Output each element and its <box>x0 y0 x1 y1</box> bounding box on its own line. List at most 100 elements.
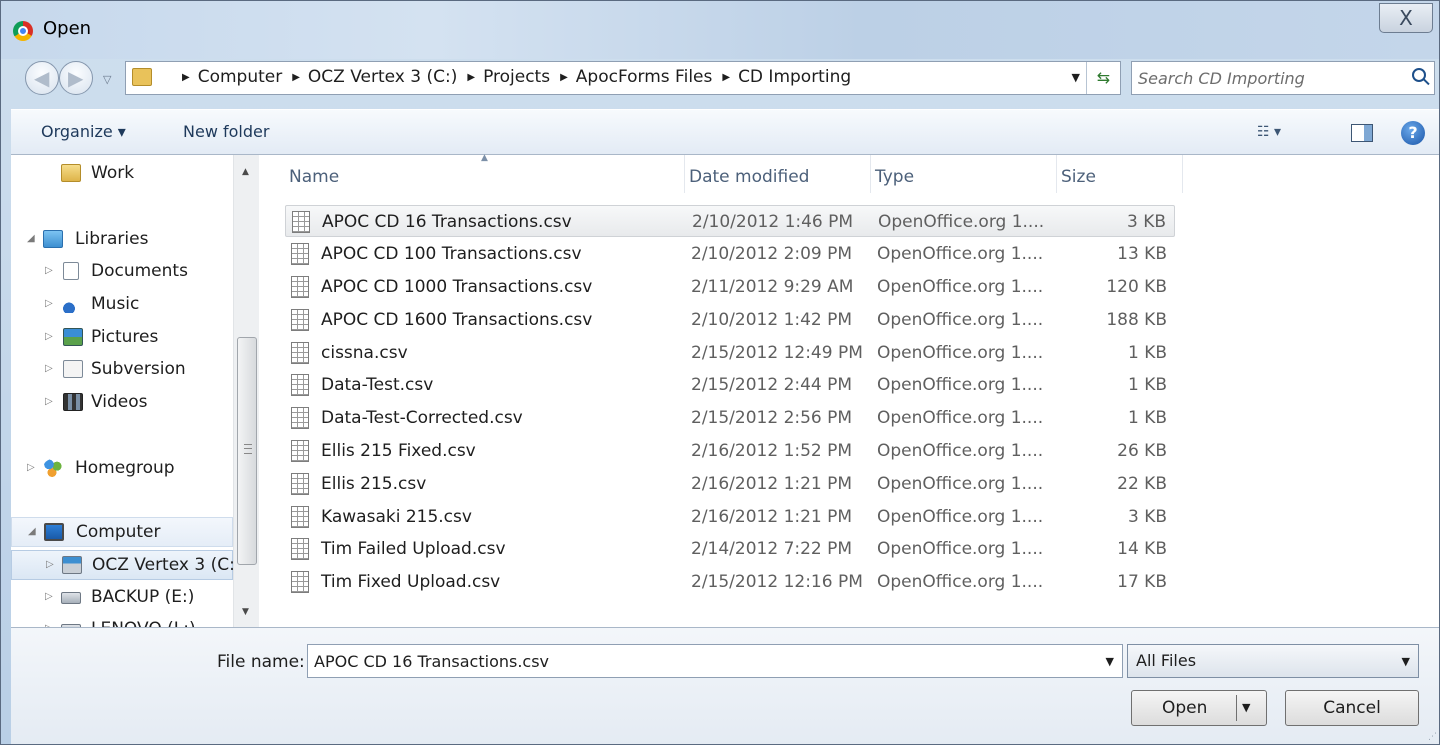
navigation-scrollbar[interactable]: ▲ ▼ <box>233 155 259 627</box>
sidebar-item-homegroup[interactable]: ▷ Homegroup <box>11 454 233 484</box>
file-row[interactable]: cissna.csv 2/15/2012 12:49 PM OpenOffice… <box>285 337 1175 369</box>
sidebar-item-computer[interactable]: ◢ Computer <box>11 517 233 547</box>
collapse-icon[interactable]: ◢ <box>27 233 35 244</box>
breadcrumb-projects[interactable]: Projects <box>483 67 550 87</box>
breadcrumb: ▶ Computer ▶ OCZ Vertex 3 (C:) ▶ Project… <box>172 67 851 87</box>
column-header-date[interactable]: Date modified <box>685 155 871 193</box>
sidebar-item-work[interactable]: Work <box>11 159 233 189</box>
cancel-button[interactable]: Cancel <box>1285 690 1419 726</box>
file-list: ▲ Name Date modified Type Size APOC CD 1… <box>285 153 1439 627</box>
column-header-type[interactable]: Type <box>871 155 1057 193</box>
help-icon[interactable]: ? <box>1401 121 1425 145</box>
file-row[interactable]: Data-Test.csv 2/15/2012 2:44 PM OpenOffi… <box>285 369 1175 401</box>
sidebar-item-drive-l[interactable]: ▷ LENOVO (L:) <box>11 615 233 627</box>
refresh-button[interactable]: ⇆ <box>1086 62 1120 94</box>
file-size: 3 KB <box>1126 212 1166 232</box>
file-type-select[interactable]: All Files ▼ <box>1127 644 1419 678</box>
spreadsheet-file-icon <box>291 473 309 495</box>
sidebar-item-subversion[interactable]: ▷ Subversion <box>11 355 233 385</box>
scrollbar-thumb[interactable] <box>237 337 257 565</box>
sidebar-item-music[interactable]: ▷ Music <box>11 290 233 320</box>
expand-icon[interactable]: ▷ <box>45 331 53 342</box>
file-type: OpenOffice.org 1.... <box>877 343 1044 363</box>
file-row[interactable]: Kawasaki 215.csv 2/16/2012 1:21 PM OpenO… <box>285 501 1175 533</box>
expand-icon[interactable]: ▷ <box>45 298 53 309</box>
chevron-down-icon[interactable]: ▼ <box>1106 655 1114 668</box>
breadcrumb-drive-c[interactable]: OCZ Vertex 3 (C:) <box>308 67 457 87</box>
file-size: 188 KB <box>1106 310 1167 330</box>
file-name-combobox[interactable]: ▼ <box>307 644 1123 678</box>
search-icon[interactable] <box>1412 68 1426 82</box>
close-button[interactable]: X <box>1379 3 1433 33</box>
forward-button[interactable]: ▶ <box>59 61 93 95</box>
spreadsheet-file-icon <box>291 506 309 528</box>
resize-grip-icon[interactable]: ⋰ <box>1428 732 1437 742</box>
address-bar[interactable]: ▶ Computer ▶ OCZ Vertex 3 (C:) ▶ Project… <box>125 61 1121 95</box>
open-button[interactable]: Open ▼ <box>1131 690 1267 726</box>
file-date: 2/14/2012 7:22 PM <box>691 539 853 559</box>
expand-icon[interactable]: ▷ <box>46 559 54 570</box>
search-box[interactable] <box>1131 61 1435 95</box>
expand-icon[interactable]: ▷ <box>27 462 35 473</box>
breadcrumb-separator-icon[interactable]: ▶ <box>467 72 475 83</box>
file-name: APOC CD 100 Transactions.csv <box>321 244 582 264</box>
sidebar-item-pictures[interactable]: ▷ Pictures <box>11 323 233 353</box>
file-row[interactable]: APOC CD 1000 Transactions.csv 2/11/2012 … <box>285 271 1175 303</box>
spreadsheet-file-icon <box>291 440 309 462</box>
file-size: 17 KB <box>1117 572 1167 592</box>
navigation-pane: Work ◢ Libraries ▷ Documents ▷ Music ▷ P… <box>11 155 261 627</box>
file-type-value: All Files <box>1136 651 1197 670</box>
file-row[interactable]: Tim Failed Upload.csv 2/14/2012 7:22 PM … <box>285 533 1175 565</box>
refresh-icon: ⇆ <box>1096 68 1111 87</box>
file-row[interactable]: APOC CD 100 Transactions.csv 2/10/2012 2… <box>285 238 1175 270</box>
sidebar-item-libraries[interactable]: ◢ Libraries <box>11 225 233 255</box>
file-date: 2/10/2012 1:42 PM <box>691 310 853 330</box>
breadcrumb-separator-icon[interactable]: ▶ <box>560 72 568 83</box>
sidebar-item-label: Documents <box>91 261 188 281</box>
file-row[interactable]: Ellis 215.csv 2/16/2012 1:21 PM OpenOffi… <box>285 468 1175 500</box>
new-folder-button[interactable]: New folder <box>183 122 269 141</box>
file-name: Ellis 215 Fixed.csv <box>321 441 476 461</box>
scroll-up-icon[interactable]: ▲ <box>242 167 249 177</box>
expand-icon[interactable]: ▷ <box>45 363 53 374</box>
file-type: OpenOffice.org 1.... <box>877 539 1044 559</box>
expand-icon[interactable]: ▷ <box>45 396 53 407</box>
sidebar-item-label: Pictures <box>91 327 159 347</box>
column-header-size[interactable]: Size <box>1057 155 1183 193</box>
breadcrumb-separator-icon[interactable]: ▶ <box>292 72 300 83</box>
column-header-label: Date modified <box>689 167 810 187</box>
breadcrumb-separator-icon[interactable]: ▶ <box>182 72 190 83</box>
address-dropdown-icon[interactable]: ▼ <box>1072 71 1080 84</box>
organize-button[interactable]: Organize ▾ <box>41 122 126 141</box>
column-header-label: Type <box>875 167 915 187</box>
file-name-input[interactable] <box>314 649 1074 673</box>
breadcrumb-computer[interactable]: Computer <box>198 67 283 87</box>
file-row[interactable]: Ellis 215 Fixed.csv 2/16/2012 1:52 PM Op… <box>285 435 1175 467</box>
preview-pane-icon[interactable] <box>1351 124 1373 142</box>
file-row[interactable]: Tim Fixed Upload.csv 2/15/2012 12:16 PM … <box>285 566 1175 598</box>
expand-icon[interactable]: ▷ <box>45 591 53 602</box>
breadcrumb-separator-icon[interactable]: ▶ <box>722 72 730 83</box>
forward-arrow-icon: ▶ <box>68 66 84 90</box>
sidebar-item-drive-c[interactable]: ▷ OCZ Vertex 3 (C:) <box>11 550 241 580</box>
spreadsheet-file-icon <box>291 571 309 593</box>
file-size: 22 KB <box>1117 474 1167 494</box>
sidebar-item-drive-e[interactable]: ▷ BACKUP (E:) <box>11 583 233 613</box>
file-row[interactable]: APOC CD 16 Transactions.csv 2/10/2012 1:… <box>285 205 1175 237</box>
sort-ascending-icon: ▲ <box>481 153 488 163</box>
view-options-icon[interactable]: ☷ ▾ <box>1257 124 1281 140</box>
back-button[interactable]: ◀ <box>25 61 59 95</box>
breadcrumb-apocforms[interactable]: ApocForms Files <box>576 67 713 87</box>
file-row[interactable]: APOC CD 1600 Transactions.csv 2/10/2012 … <box>285 304 1175 336</box>
scroll-down-icon[interactable]: ▼ <box>242 607 249 617</box>
recent-pages-dropdown[interactable]: ▽ <box>103 73 111 86</box>
open-options-dropdown-icon[interactable]: ▼ <box>1242 691 1250 725</box>
file-row[interactable]: Data-Test-Corrected.csv 2/15/2012 2:56 P… <box>285 402 1175 434</box>
breadcrumb-cd-importing[interactable]: CD Importing <box>738 67 851 87</box>
sidebar-item-documents[interactable]: ▷ Documents <box>11 257 233 287</box>
column-header-name[interactable]: ▲ Name <box>285 153 685 193</box>
expand-icon[interactable]: ▷ <box>45 265 53 276</box>
sidebar-item-videos[interactable]: ▷ Videos <box>11 388 233 418</box>
search-input[interactable] <box>1138 66 1398 90</box>
collapse-icon[interactable]: ◢ <box>28 526 36 537</box>
